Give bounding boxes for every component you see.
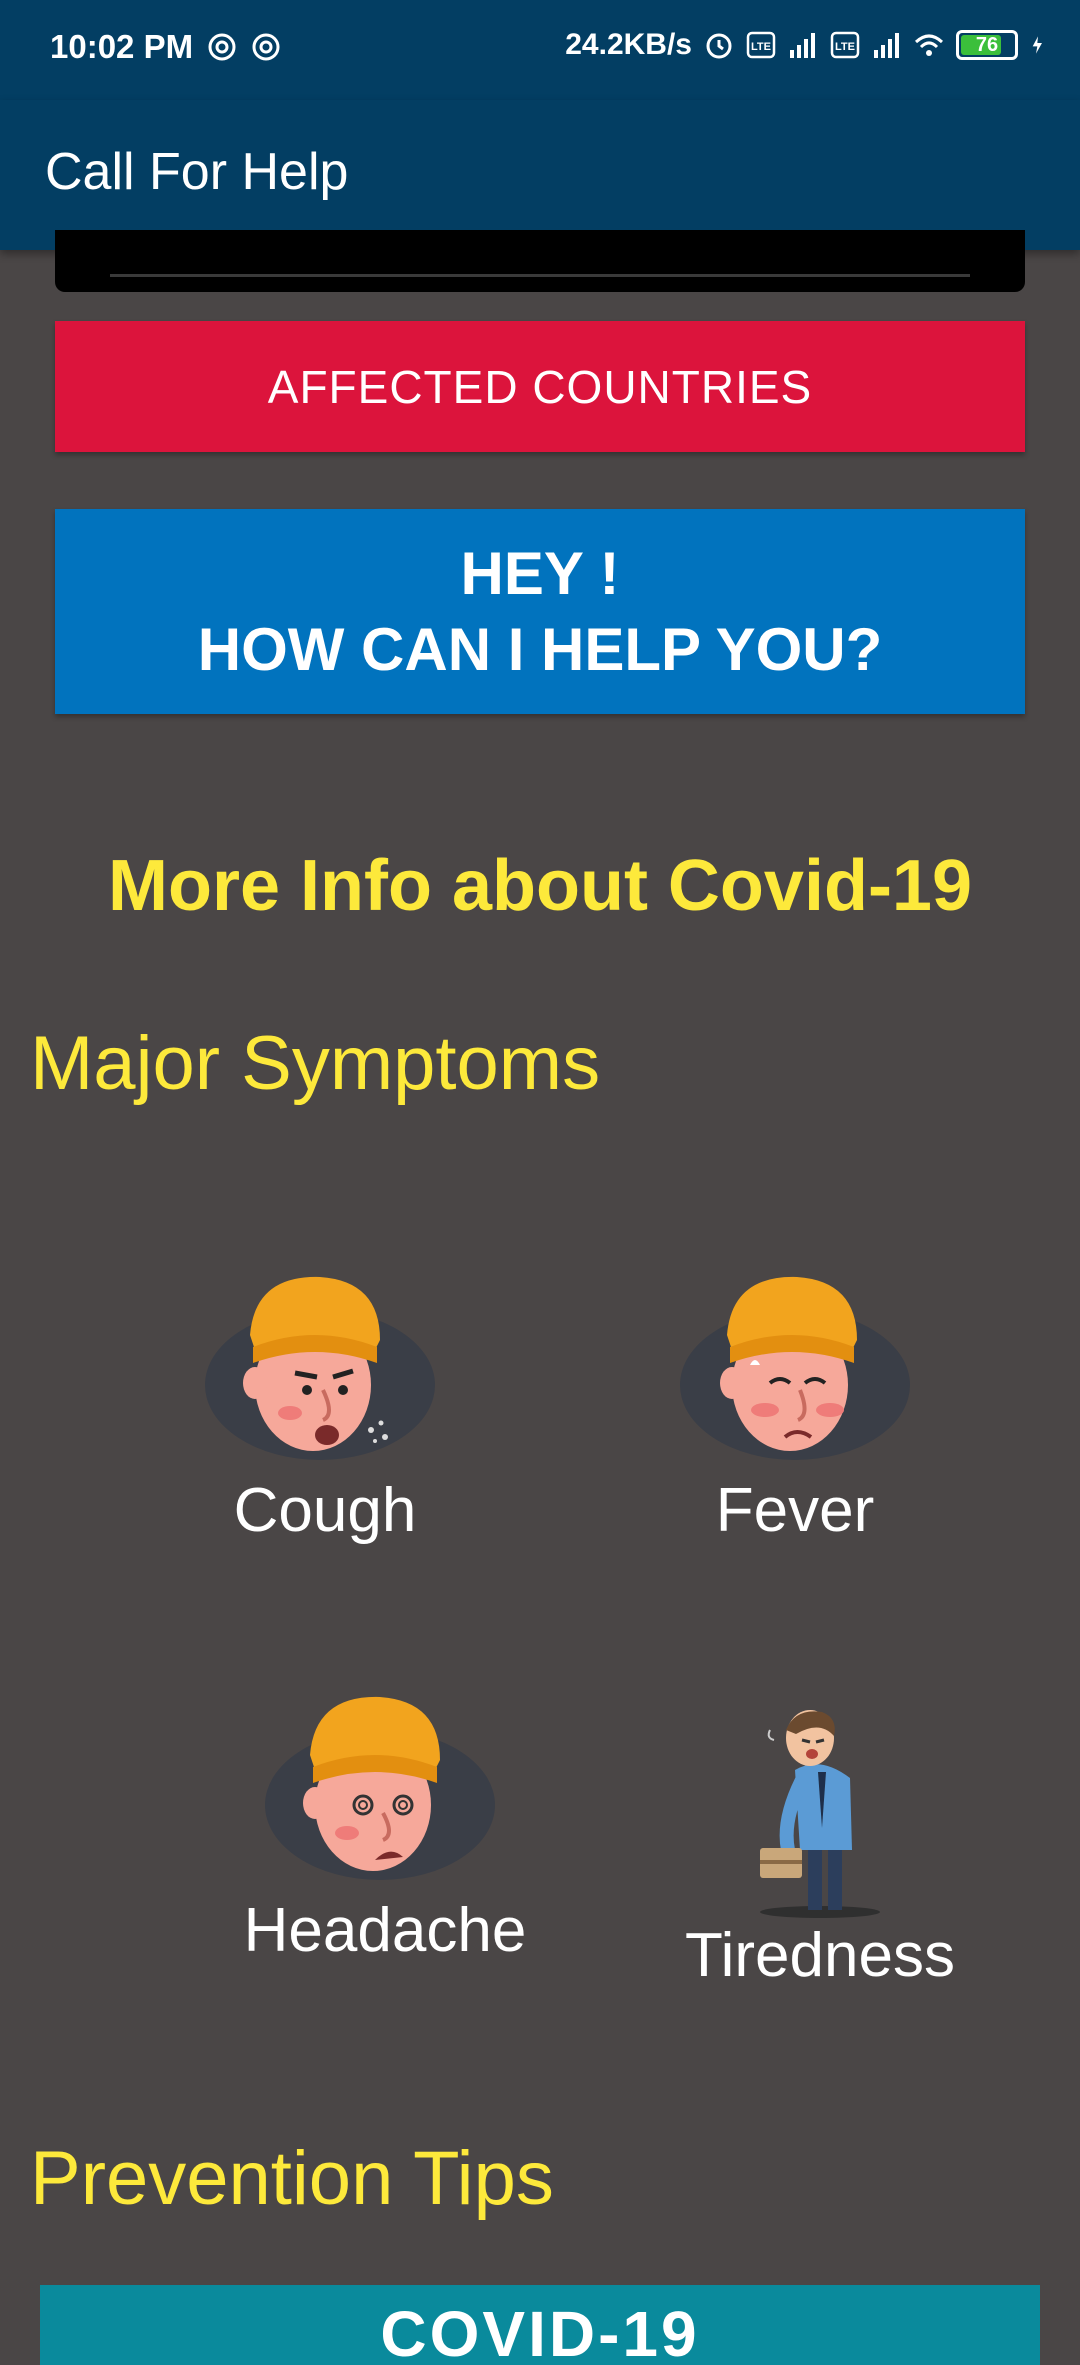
at-icon xyxy=(208,33,236,61)
prevention-tips-title: Prevention Tips xyxy=(30,2136,554,2221)
symptom-cough: Cough xyxy=(195,1255,455,1546)
svg-text:LTE: LTE xyxy=(751,41,771,53)
at-icon xyxy=(252,33,280,61)
signal-icon xyxy=(790,33,815,58)
symptom-fever: Fever xyxy=(665,1255,925,1546)
coughing-face-illustration xyxy=(205,1276,435,1460)
battery-level: 76 xyxy=(975,34,999,56)
divider xyxy=(110,274,970,277)
clock: 10:02 PM xyxy=(50,28,194,65)
tired-man-illustration xyxy=(760,1710,880,1918)
major-symptoms-title: Major Symptoms xyxy=(30,1021,601,1106)
alarm-icon xyxy=(706,33,732,59)
affected-countries-label: AFFECTED COUNTRIES xyxy=(267,360,813,413)
symptom-label: Cough xyxy=(233,1476,417,1545)
wifi-icon xyxy=(914,34,944,56)
symptom-label: Headache xyxy=(243,1896,527,1965)
help-assistant-button[interactable]: HEY ! HOW CAN I HELP YOU? xyxy=(55,509,1025,714)
app-bar: Call For Help xyxy=(0,100,1080,250)
charging-icon xyxy=(1032,36,1042,54)
status-left: 10:02 PM xyxy=(50,28,281,66)
symptom-label: Tiredness xyxy=(685,1921,955,1990)
svg-text:LTE: LTE xyxy=(835,41,855,53)
status-right: 24.2KB/s LTE LTE 76 xyxy=(565,28,1050,62)
signal-icon xyxy=(874,33,899,58)
help-line2: HOW CAN I HELP YOU? xyxy=(197,615,883,683)
app-title: Call For Help xyxy=(45,143,349,201)
help-line1: HEY ! xyxy=(460,539,620,607)
symptom-headache: Headache xyxy=(215,1675,555,1966)
volte-icon: LTE xyxy=(830,31,860,59)
more-info-heading: More Info about Covid-19 xyxy=(108,846,972,926)
symptom-label: Fever xyxy=(715,1476,875,1545)
network-speed: 24.2KB/s xyxy=(565,28,692,61)
battery-icon: 76 xyxy=(956,30,1018,60)
prevention-card-title: COVID-19 xyxy=(380,2298,700,2365)
stats-card xyxy=(55,230,1025,292)
feverish-face-illustration xyxy=(680,1276,910,1460)
prevention-card[interactable]: COVID-19 xyxy=(40,2285,1040,2365)
affected-countries-button[interactable]: AFFECTED COUNTRIES xyxy=(55,321,1025,452)
volte-icon: LTE xyxy=(746,31,776,59)
symptom-tiredness: Tiredness xyxy=(675,1700,965,1991)
dizzy-face-illustration xyxy=(265,1696,495,1880)
status-bar: 10:02 PM 24.2KB/s LTE LTE 76 xyxy=(0,0,1080,100)
